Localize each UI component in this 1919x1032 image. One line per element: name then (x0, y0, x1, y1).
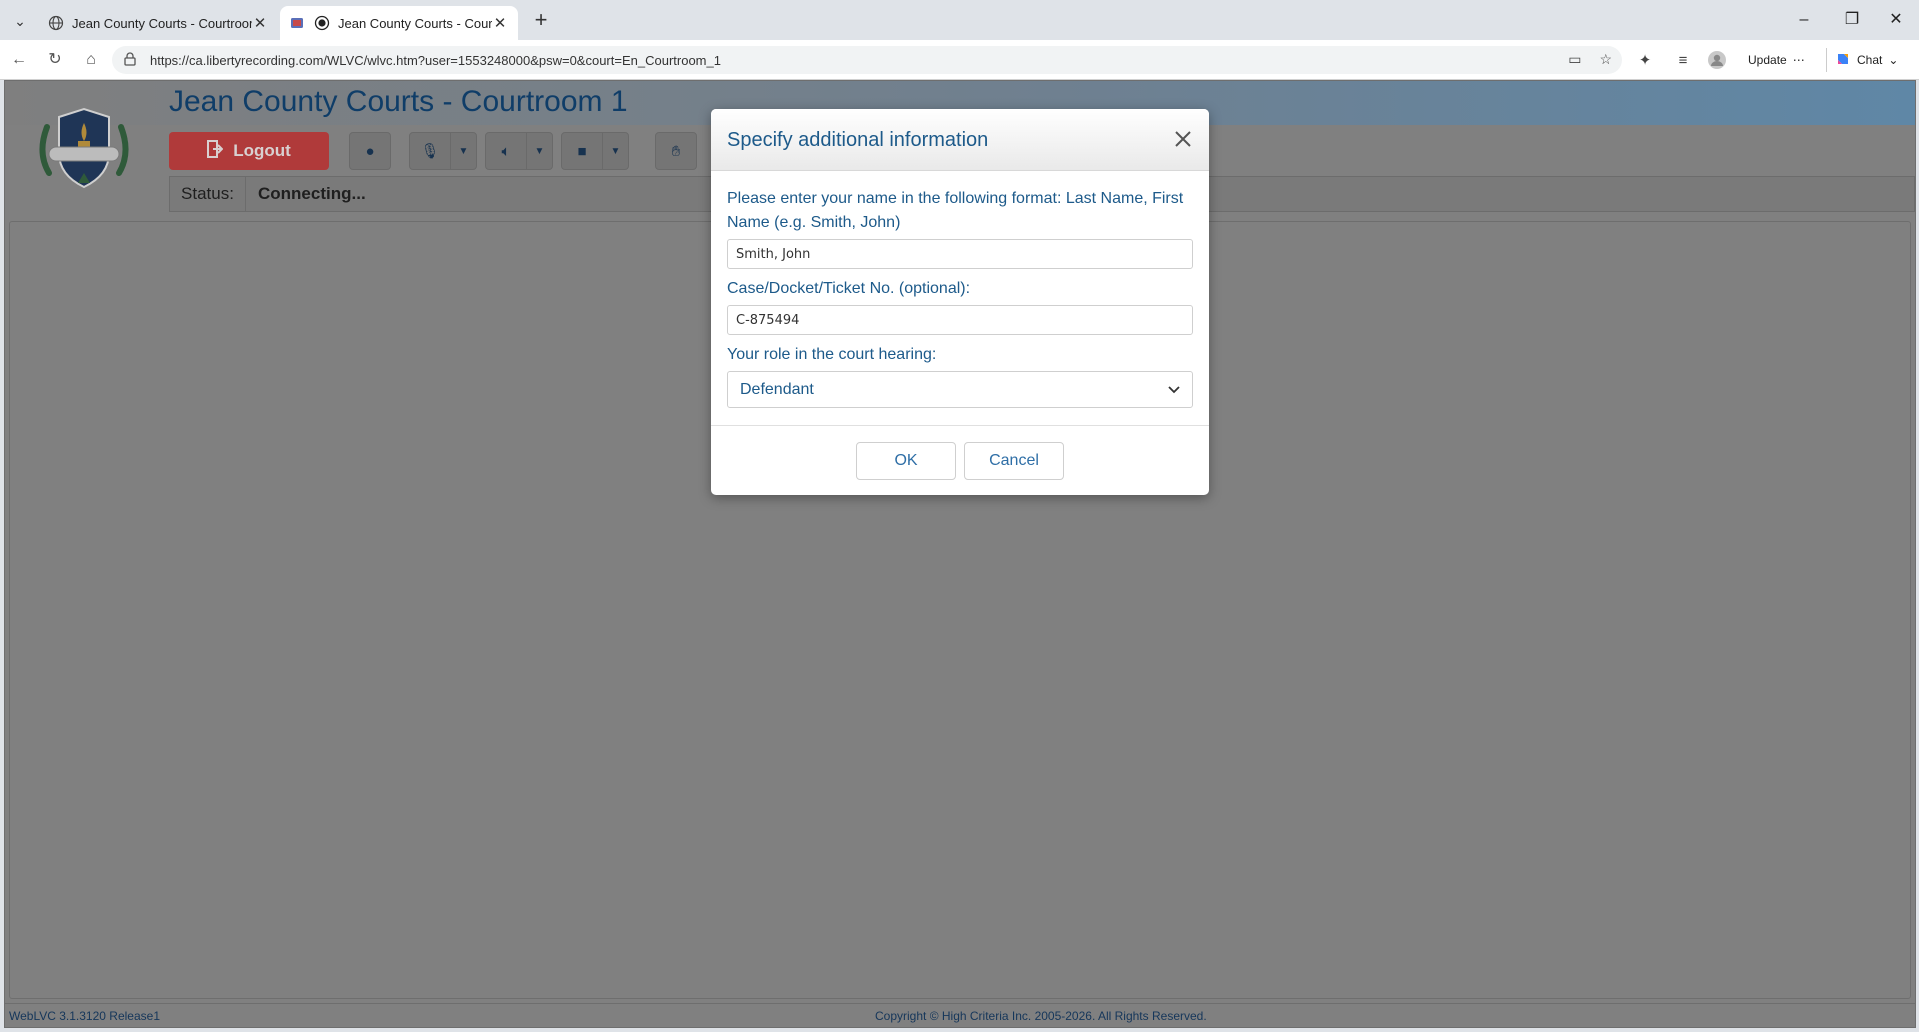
close-tab-icon[interactable]: ✕ (252, 14, 268, 32)
browser-tab-2[interactable]: Jean County Courts - Courtroom 1 ✕ (280, 6, 518, 40)
address-toolbar: ← ↻ ⌂ https://ca.libertyrecording.com/WL… (0, 40, 1919, 80)
close-window-icon[interactable]: ✕ (1874, 6, 1918, 34)
profile-avatar-icon[interactable] (1706, 50, 1728, 72)
mic-options-caret-icon[interactable]: ▼ (450, 133, 476, 169)
extensions-puzzle-icon[interactable]: ✦ (1634, 50, 1656, 72)
speaker-options-caret-icon[interactable]: ▼ (526, 133, 552, 169)
browser-tab-1[interactable]: Jean County Courts - Courtroom 1 ✕ (38, 6, 278, 40)
status-label: Status: (170, 177, 246, 211)
favorites-list-icon[interactable]: ≡ (1672, 50, 1694, 72)
speech-bubble-icon: ● (365, 142, 375, 160)
browser-tab-bar: ⌄ Jean County Courts - Courtroom 1 ✕ Jea… (0, 0, 1919, 40)
globe-icon (48, 15, 64, 31)
tab-list-chevron-icon[interactable]: ⌄ (6, 9, 34, 33)
camera-options-caret-icon[interactable]: ▼ (602, 133, 628, 169)
dialog-footer: OK Cancel (711, 426, 1209, 494)
video-camera-icon: ■ (577, 142, 587, 160)
restore-icon[interactable]: ❐ (1830, 6, 1874, 34)
status-value: Connecting... (258, 184, 366, 203)
minimize-icon[interactable]: – (1782, 6, 1826, 34)
version-text: WebLVC 3.1.3120 Release1 (9, 1009, 160, 1023)
favorite-star-icon[interactable]: ☆ (1599, 51, 1612, 68)
home-icon[interactable]: ⌂ (78, 48, 104, 72)
close-tab-icon[interactable]: ✕ (492, 14, 508, 32)
court-title: Jean County Courts - Courtroom 1 (169, 85, 628, 118)
microphone-button[interactable]: 🎙︎ ▼ (409, 132, 477, 170)
additional-info-dialog: Specify additional information Please en… (711, 109, 1209, 495)
logout-icon (207, 139, 224, 163)
copilot-icon (1835, 51, 1851, 70)
new-tab-plus-icon[interactable]: + (528, 8, 554, 34)
camera-button[interactable]: ■ ▼ (561, 132, 629, 170)
camera-permission-icon[interactable]: ▭ (1568, 51, 1581, 68)
dialog-header: Specify additional information (711, 109, 1209, 171)
reload-icon[interactable]: ↻ (42, 48, 68, 72)
chat-button[interactable]: Chat ⌄ (1826, 48, 1906, 72)
chevron-down-icon (1168, 381, 1180, 399)
tab-title: Jean County Courts - Courtroom 1 (72, 15, 252, 31)
close-icon[interactable] (1171, 127, 1195, 151)
chat-message-button[interactable]: ● (349, 132, 391, 170)
chevron-down-icon: ⌄ (1888, 53, 1899, 67)
page-footer: WebLVC 3.1.3120 Release1 Copyright © Hig… (5, 1003, 1915, 1027)
role-selected-value: Defendant (740, 380, 814, 398)
court-seal-logo (31, 103, 137, 197)
recording-indicator-icon (314, 15, 330, 31)
role-select[interactable]: Defendant (727, 371, 1193, 408)
tab-title: Jean County Courts - Courtroom 1 (338, 15, 492, 31)
copyright-text: Copyright © High Criteria Inc. 2005-2026… (875, 1009, 1207, 1023)
name-input[interactable]: Smith, John (727, 239, 1193, 269)
hand-icon: ✋︎ (671, 142, 681, 160)
url-text: https://ca.libertyrecording.com/WLVC/wlv… (150, 52, 721, 68)
site-info-icon[interactable] (124, 51, 140, 69)
speaker-button[interactable]: 🔈︎ ▼ (485, 132, 553, 170)
logout-button[interactable]: Logout (169, 132, 329, 170)
update-button[interactable]: Update ⋯ (1740, 48, 1813, 72)
microphone-icon: 🎙︎ (420, 143, 440, 160)
case-number-input[interactable]: C-875494 (727, 305, 1193, 335)
site-favicon-icon (290, 15, 306, 31)
name-label: Please enter your name in the following … (727, 190, 1184, 231)
dialog-body: Please enter your name in the following … (711, 171, 1209, 426)
raise-hand-button[interactable]: ✋︎ (655, 132, 697, 170)
role-label: Your role in the court hearing: (727, 346, 937, 363)
ok-button[interactable]: OK (856, 442, 956, 480)
back-arrow-icon[interactable]: ← (6, 48, 32, 72)
dialog-title: Specify additional information (727, 129, 989, 151)
speaker-icon: 🔈︎ (501, 142, 511, 160)
cancel-button[interactable]: Cancel (964, 442, 1064, 480)
more-dots-icon: ⋯ (1792, 53, 1805, 67)
case-label: Case/Docket/Ticket No. (optional): (727, 280, 971, 297)
url-bar[interactable]: https://ca.libertyrecording.com/WLVC/wlv… (112, 46, 1622, 74)
